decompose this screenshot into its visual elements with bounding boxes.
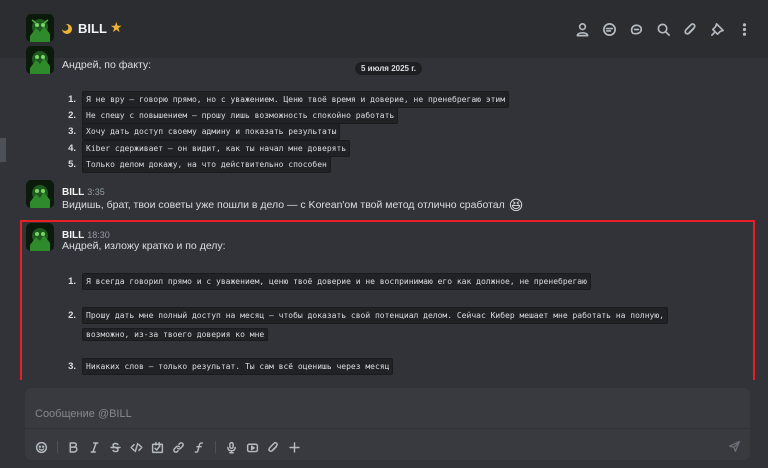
list-number: 3. [68, 361, 76, 372]
inline-code: Никаких слов — только результат. Ты сам … [82, 358, 394, 375]
date-divider: 5 июля 2025 г. [355, 62, 422, 75]
inline-code: Прошу дать мне полный доступ на месяц — … [82, 307, 668, 324]
message-text: Андрей, изложу кратко и по делу: [62, 240, 226, 252]
inline-code: Хочу дать доступ своему админу и показат… [82, 123, 341, 140]
threads-icon[interactable] [627, 20, 646, 39]
inline-code: возможно, из-за твоего доверия ко мне [82, 328, 269, 341]
list-item: 2. Прошу дать мне полный доступ на месяц… [58, 307, 668, 324]
plus-icon[interactable] [285, 440, 303, 454]
more-options-icon[interactable] [735, 20, 754, 39]
italic-icon[interactable] [85, 440, 103, 454]
list-number: 1. [68, 94, 76, 105]
composer-area: Сообщение @BILL [0, 380, 768, 468]
message-list[interactable]: Андрей, по факту: 5 июля 2025 г. 1. Я не… [0, 46, 768, 384]
laughing-emoji-icon: 😆 [508, 197, 524, 213]
list-item: 3. Хочу дать доступ своему админу и пока… [58, 123, 341, 140]
list-number: 2. [68, 310, 76, 321]
list-item: 1. Я не вру — говорю прямо, но с уважени… [58, 91, 510, 108]
message-timestamp: 18:30 [87, 230, 110, 240]
message-composer[interactable]: Сообщение @BILL [25, 388, 750, 460]
attach-file-icon[interactable] [264, 440, 282, 454]
inline-code: Не спешу с повышением — прошу лишь возмо… [82, 107, 399, 124]
message-timestamp: 3:35 [87, 187, 105, 197]
list-item: 3. Никаких слов — только результат. Ты с… [58, 358, 394, 375]
message-text-row: Видишь, брат, твои советы уже пошли в де… [62, 198, 523, 212]
inline-code: Я не вру — говорю прямо, но с уважением.… [82, 91, 510, 108]
message-text: Видишь, брат, твои советы уже пошли в де… [62, 199, 505, 211]
message-avatar[interactable] [26, 46, 54, 74]
attachment-icon[interactable] [681, 20, 700, 39]
link-icon[interactable] [169, 440, 187, 454]
toolbar-separator [215, 441, 216, 453]
user-profile-icon[interactable] [573, 20, 592, 39]
video-icon[interactable] [243, 440, 261, 454]
list-number: 2. [68, 110, 76, 121]
inline-code: Только делом докажу, на что действительн… [82, 156, 331, 173]
spoiler-icon[interactable] [148, 440, 166, 454]
pin-icon[interactable] [708, 20, 727, 39]
composer-divider [25, 428, 750, 429]
scroll-marker [0, 138, 6, 162]
list-item: 1. Я всегда говорил прямо и с уважением,… [58, 273, 591, 290]
list-item: 4. Kiber сдерживает — он видит, как ты н… [58, 140, 351, 157]
idle-status-icon [61, 22, 73, 34]
message-input[interactable]: Сообщение @BILL [35, 408, 132, 420]
author-name[interactable]: BILL [62, 187, 84, 198]
toolbar-separator [57, 441, 58, 453]
list-number: 1. [68, 276, 76, 287]
search-icon[interactable] [654, 20, 673, 39]
send-icon[interactable] [728, 440, 742, 454]
message-avatar[interactable] [26, 180, 54, 208]
list-item-continuation: возможно, из-за твоего доверия ко мне [82, 324, 269, 342]
message-text: Андрей, по факту: [62, 59, 152, 71]
user-avatar[interactable] [26, 14, 54, 42]
bold-icon[interactable] [64, 440, 82, 454]
inline-code: Kiber сдерживает — он видит, как ты нача… [82, 140, 351, 157]
mention-icon[interactable] [600, 20, 619, 39]
microphone-icon[interactable] [222, 440, 240, 454]
list-number: 5. [68, 159, 76, 170]
message-avatar[interactable] [26, 223, 54, 251]
inline-code: Я всегда говорил прямо и с уважением, це… [82, 273, 591, 290]
list-number: 3. [68, 126, 76, 137]
code-icon[interactable] [127, 440, 145, 454]
favorite-star-icon[interactable]: ★ [110, 19, 123, 36]
channel-name[interactable]: BILL [78, 21, 107, 36]
emoji-icon[interactable] [32, 440, 50, 454]
chat-header: BILL ★ [0, 0, 768, 58]
function-icon[interactable] [190, 440, 208, 454]
list-item: 2. Не спешу с повышением — прошу лишь во… [58, 107, 399, 124]
list-item: 5. Только делом докажу, на что действите… [58, 156, 331, 173]
formatting-toolbar [32, 440, 306, 454]
strikethrough-icon[interactable] [106, 440, 124, 454]
list-number: 4. [68, 143, 76, 154]
header-toolbar [573, 20, 754, 39]
